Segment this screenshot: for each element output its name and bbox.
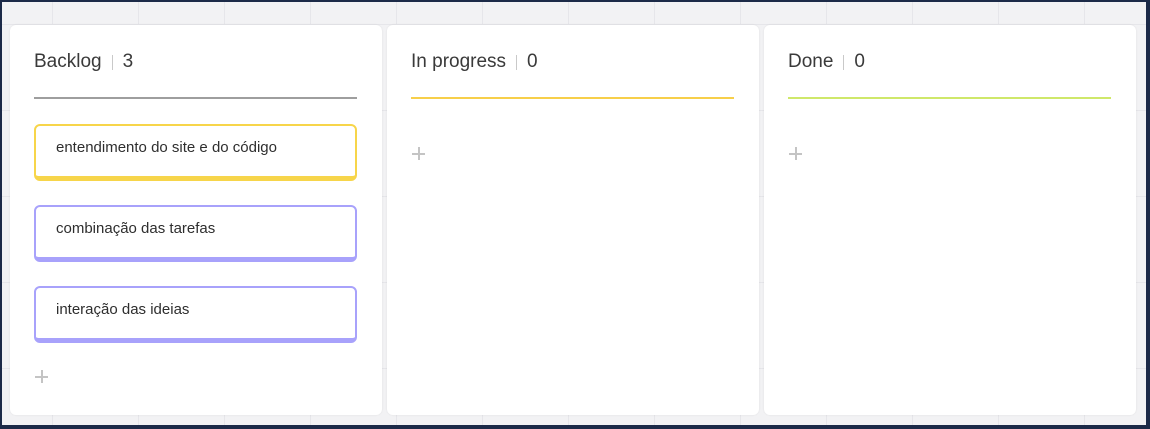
card-count: 0: [854, 51, 865, 72]
column-done: Done 0: [764, 25, 1136, 415]
column-title[interactable]: Done: [788, 51, 833, 73]
card[interactable]: interação das ideias: [34, 286, 357, 343]
kanban-board: Backlog 3 entendimento do site e do códi…: [2, 2, 1146, 425]
card-text: combinação das tarefas: [56, 220, 216, 237]
plus-icon[interactable]: [34, 369, 50, 385]
header-divider: [843, 54, 845, 70]
column-accent-line: [788, 97, 1111, 99]
card-count: 3: [122, 51, 134, 72]
column-backlog: Backlog 3 entendimento do site e do códi…: [10, 25, 382, 415]
column-accent-line: [34, 97, 357, 99]
plus-icon[interactable]: [788, 146, 804, 162]
card-text: entendimento do site e do código: [56, 139, 277, 156]
card-text: interação das ideias: [56, 301, 190, 318]
plus-icon[interactable]: [411, 146, 427, 162]
column-accent-line: [411, 97, 734, 99]
header-divider: [111, 54, 113, 70]
column-title[interactable]: In progress: [411, 51, 506, 73]
header-divider: [516, 54, 518, 70]
card-count: 0: [527, 51, 538, 72]
column-title[interactable]: Backlog: [34, 51, 102, 73]
column-header: Backlog 3: [34, 49, 133, 75]
column-header: Done 0: [788, 49, 865, 75]
column-in-progress: In progress 0: [387, 25, 759, 415]
column-header: In progress 0: [411, 49, 538, 75]
card[interactable]: entendimento do site e do código: [34, 124, 357, 181]
card[interactable]: combinação das tarefas: [34, 205, 357, 262]
